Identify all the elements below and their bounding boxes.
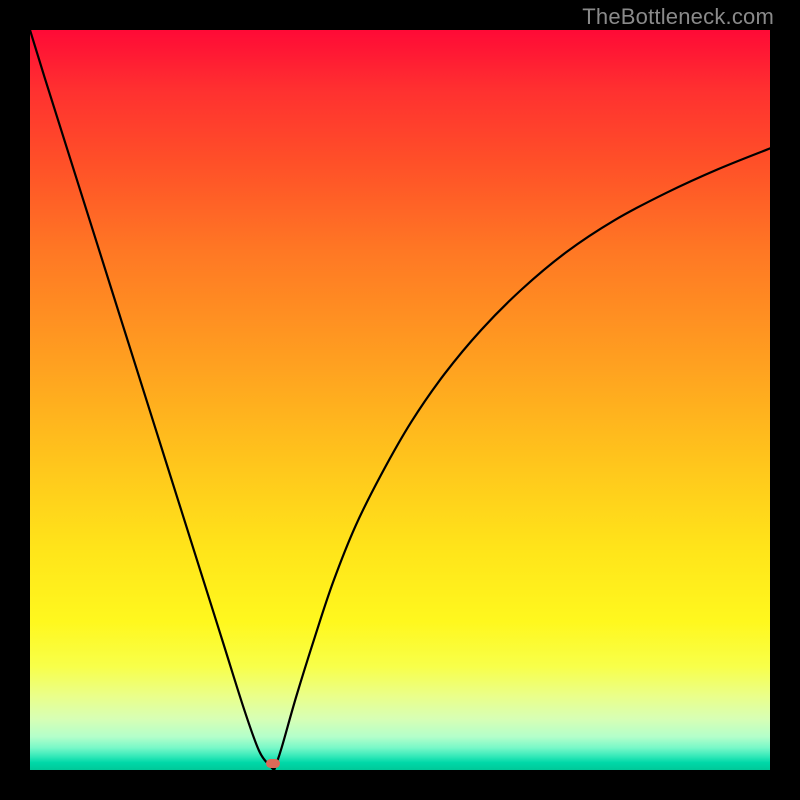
watermark-text: TheBottleneck.com	[582, 4, 774, 30]
chart-frame: TheBottleneck.com	[0, 0, 800, 800]
bottleneck-curve	[30, 30, 770, 770]
optimal-point-marker	[266, 759, 280, 768]
plot-area	[30, 30, 770, 770]
